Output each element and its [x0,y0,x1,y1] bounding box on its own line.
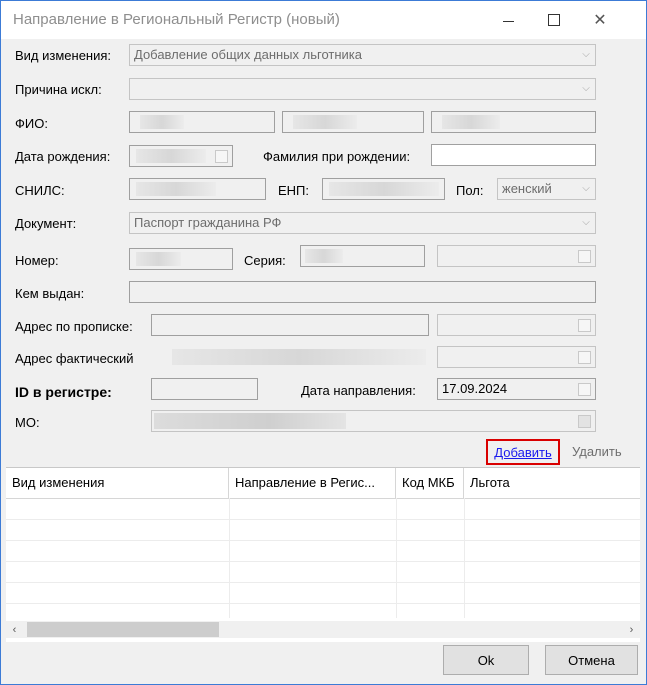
scrollbar-thumb[interactable] [27,622,219,637]
mo-label: МО: [15,415,40,430]
referral-date-label: Дата направления: [301,383,416,398]
table-row[interactable] [6,540,640,562]
chevron-left-icon: ‹ [12,623,17,636]
referral-table[interactable]: Вид изменения Направление в Регис... Код… [6,467,640,642]
close-icon: ✕ [593,12,607,29]
redacted-text [329,182,439,196]
mo-field[interactable] [151,410,596,432]
date-picker-checkbox[interactable] [215,150,228,163]
actual-address-label: Адрес фактический [15,351,134,366]
column-header-benefit[interactable]: Льгота [464,468,640,498]
ok-button[interactable]: Ok [443,645,529,675]
document-value: Паспорт гражданина РФ [134,215,282,230]
change-type-label: Вид изменения: [15,48,112,63]
table-row[interactable] [6,519,640,541]
series-label: Серия: [244,253,286,268]
change-type-value: Добавление общих данных льготника [134,47,362,62]
change-type-combo[interactable]: Добавление общих данных льготника ⌵ [129,44,596,66]
actual-address-field[interactable] [151,346,429,368]
redacted-text [442,115,500,129]
document-label: Документ: [15,216,77,231]
column-divider [396,498,397,618]
series-extra-field[interactable] [437,245,596,267]
table-row[interactable] [6,498,640,520]
table-row[interactable] [6,582,640,604]
last-name-field[interactable] [129,111,275,133]
column-header-change-type[interactable]: Вид изменения [6,468,229,498]
reason-label: Причина искл: [15,82,102,97]
redacted-text [136,182,216,196]
column-header-referral[interactable]: Направление в Регис... [229,468,396,498]
scroll-right-button[interactable]: › [623,621,640,638]
number-label: Номер: [15,253,59,268]
series-field[interactable] [300,245,425,267]
redacted-text [293,115,357,129]
column-divider [464,498,465,618]
birth-date-label: Дата рождения: [15,149,111,164]
table-header: Вид изменения Направление в Регис... Код… [6,468,640,499]
issued-by-field[interactable] [129,281,596,303]
birth-surname-label: Фамилия при рождении: [263,149,411,164]
fio-label: ФИО: [15,116,48,131]
dialog-window: Направление в Региональный Регистр (новы… [0,0,647,685]
birth-date-field[interactable] [129,145,233,167]
close-button[interactable]: ✕ [577,1,623,39]
add-button[interactable]: Добавить [486,439,560,465]
scroll-left-button[interactable]: ‹ [6,621,23,638]
reg-address-field[interactable] [151,314,429,336]
window-title: Направление в Региональный Регистр (новы… [13,11,340,28]
birth-surname-field[interactable] [431,144,596,166]
number-field[interactable] [129,248,233,270]
gender-label: Пол: [456,183,484,198]
reg-address-checkbox[interactable] [578,319,591,332]
registry-id-label: ID в регистре: [15,384,112,400]
snils-field[interactable] [129,178,266,200]
reg-address-extra-field[interactable] [437,314,596,336]
enp-label: ЕНП: [278,183,310,198]
enp-field[interactable] [322,178,445,200]
series-checkbox[interactable] [578,250,591,263]
chevron-right-icon: › [629,623,634,636]
minimize-button[interactable] [485,1,531,39]
mo-lookup-button[interactable] [578,415,591,428]
referral-date-value: 17.09.2024 [442,381,508,396]
cancel-button[interactable]: Отмена [545,645,638,675]
column-header-icd-code[interactable]: Код МКБ [396,468,464,498]
middle-name-field[interactable] [431,111,596,133]
registry-id-field[interactable] [151,378,258,400]
column-divider [229,498,230,618]
issued-by-label: Кем выдан: [15,286,85,301]
reason-combo[interactable]: ⌵ [129,78,596,100]
gender-value: женский [502,181,552,196]
redacted-text [140,115,184,129]
gender-combo[interactable]: женский ⌵ [497,178,596,200]
redacted-text [305,249,343,263]
reg-address-label: Адрес по прописке: [15,319,133,334]
first-name-field[interactable] [282,111,424,133]
referral-date-field[interactable]: 17.09.2024 [437,378,596,400]
date-picker-checkbox[interactable] [578,383,591,396]
chevron-down-icon: ⌵ [582,183,590,194]
redacted-text [172,349,426,365]
maximize-button[interactable] [531,1,577,39]
actual-address-checkbox[interactable] [578,351,591,364]
redacted-text [136,252,181,266]
snils-label: СНИЛС: [15,183,65,198]
document-combo[interactable]: Паспорт гражданина РФ ⌵ [129,212,596,234]
redacted-text [136,149,206,163]
chevron-down-icon: ⌵ [582,83,590,94]
delete-button[interactable]: Удалить [572,444,622,459]
horizontal-scrollbar[interactable]: ‹ › [6,621,640,638]
title-bar: Направление в Региональный Регистр (новы… [1,1,646,39]
maximize-icon [548,14,560,26]
minimize-icon [502,20,514,22]
chevron-down-icon: ⌵ [582,217,590,228]
redacted-text [154,413,346,429]
chevron-down-icon: ⌵ [582,49,590,60]
actual-address-extra-field[interactable] [437,346,596,368]
table-row[interactable] [6,561,640,583]
